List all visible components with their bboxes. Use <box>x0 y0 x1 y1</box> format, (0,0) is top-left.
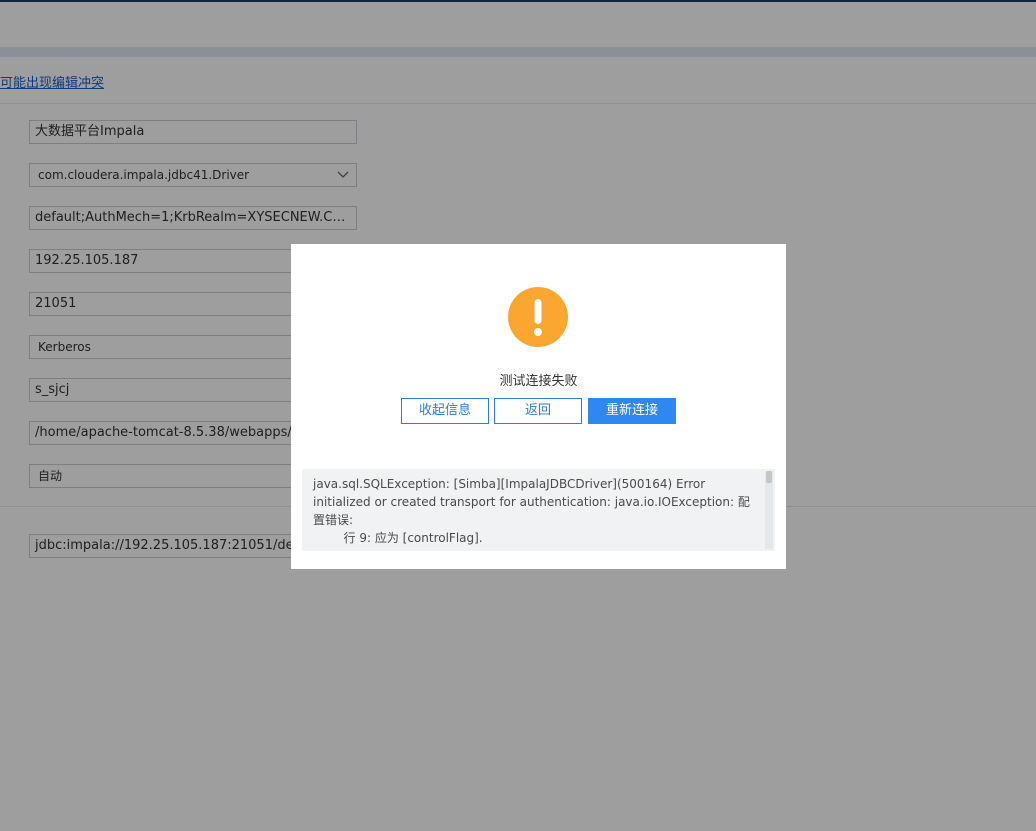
error-scrollbar[interactable] <box>765 471 773 549</box>
scrollbar-thumb[interactable] <box>766 471 772 483</box>
error-dialog: 测试连接失败 收起信息 返回 重新连接 java.sql.SQLExceptio… <box>291 244 786 569</box>
back-button[interactable]: 返回 <box>494 398 582 424</box>
dialog-title: 测试连接失败 <box>499 374 578 389</box>
collapse-info-button[interactable]: 收起信息 <box>401 398 489 424</box>
warning-icon <box>508 287 568 347</box>
reconnect-button[interactable]: 重新连接 <box>588 398 676 424</box>
error-details[interactable]: java.sql.SQLException: [Simba][ImpalaJDB… <box>302 469 775 551</box>
error-message: java.sql.SQLException: [Simba][ImpalaJDB… <box>313 477 750 551</box>
